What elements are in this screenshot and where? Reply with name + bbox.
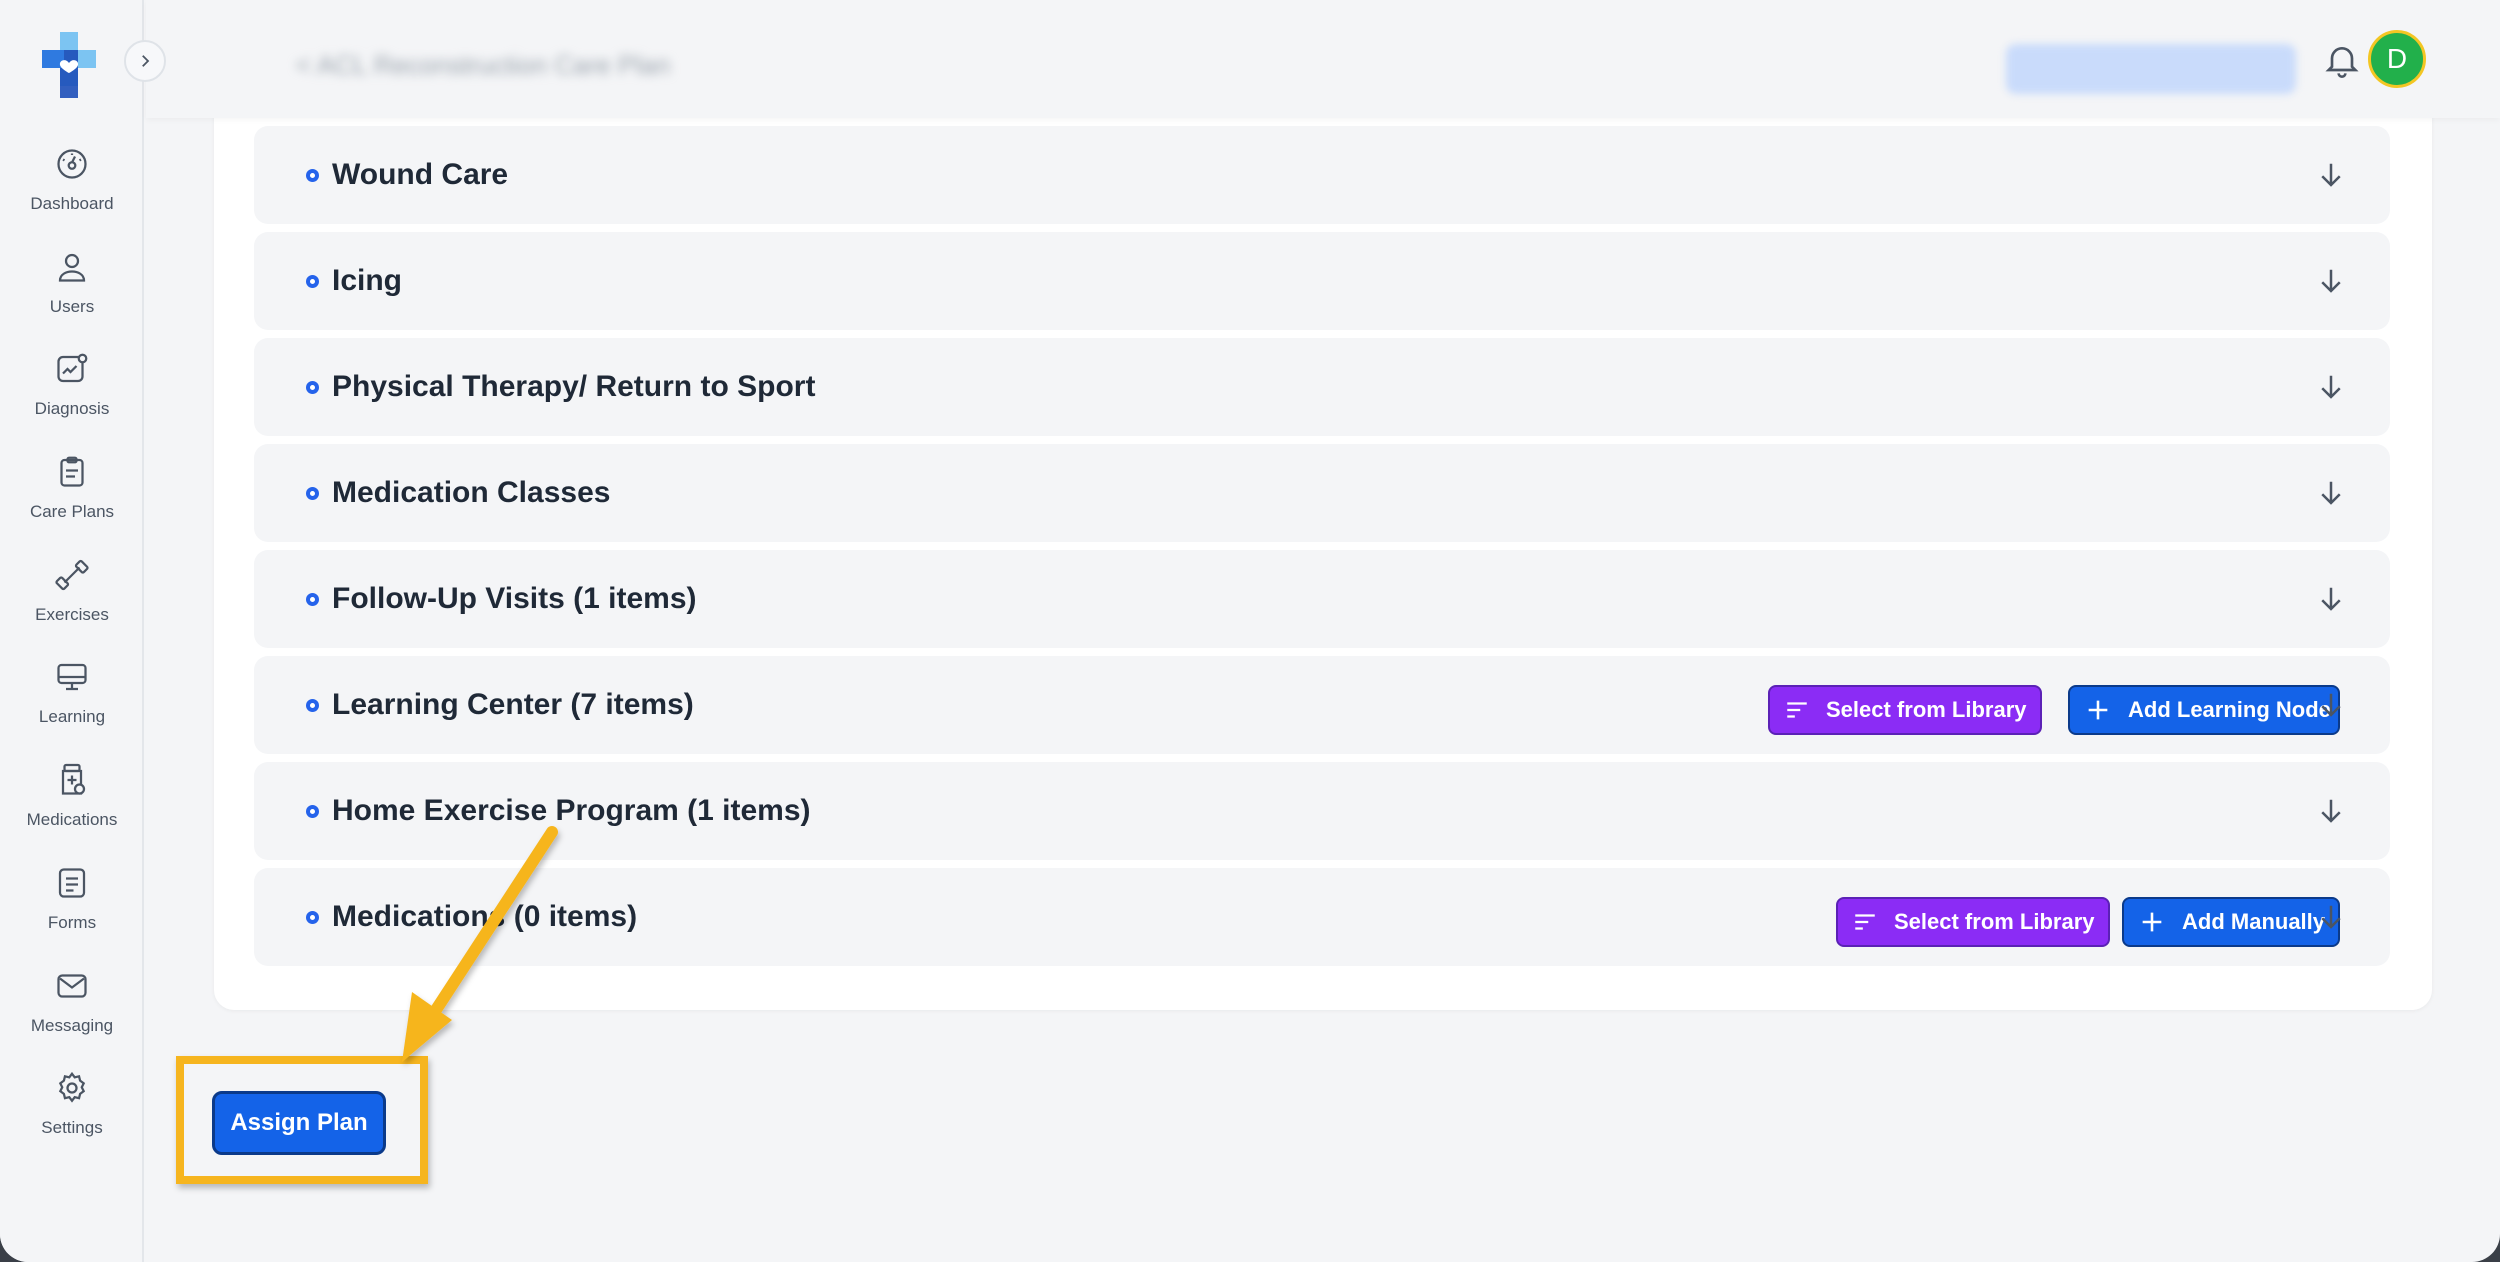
arrow-down-icon[interactable] bbox=[2316, 690, 2346, 720]
section-title: Home Exercise Program (1 items) bbox=[332, 794, 811, 827]
logo-icon bbox=[42, 32, 96, 98]
bullet-icon bbox=[306, 593, 319, 606]
user-icon bbox=[52, 247, 92, 287]
bullet-icon bbox=[306, 805, 319, 818]
button-label: Assign Plan bbox=[230, 1109, 368, 1136]
button-label: Select from Library bbox=[1894, 909, 2095, 934]
sidebar-item-medications[interactable]: Medications bbox=[0, 756, 144, 859]
sidebar-item-label: Dashboard bbox=[30, 194, 114, 213]
arrow-down-icon[interactable] bbox=[2316, 478, 2346, 508]
add-manually-button[interactable]: Add Manually bbox=[2122, 897, 2340, 947]
sidebar-item-label: Medications bbox=[26, 810, 118, 830]
section-title: Medications (0 items) bbox=[332, 900, 638, 933]
add-learning-node-button[interactable]: Add Learning Node bbox=[2068, 685, 2340, 735]
section-icing[interactable]: Icing bbox=[254, 232, 2390, 330]
sidebar-item-exercises[interactable]: Exercises bbox=[0, 551, 144, 654]
assign-plan-button[interactable]: Assign Plan bbox=[212, 1091, 386, 1155]
sidebar-toggle-button[interactable] bbox=[124, 40, 166, 82]
sidebar-item-label: Diagnosis bbox=[34, 399, 110, 419]
top-action-button[interactable] bbox=[2006, 44, 2296, 94]
section-wound-care[interactable]: Wound Care bbox=[254, 126, 2390, 224]
section-home-exercise-program[interactable]: Home Exercise Program (1 items) bbox=[254, 762, 2390, 860]
button-label: Add Learning Node bbox=[2128, 697, 2331, 722]
section-physical-therapy[interactable]: Physical Therapy/ Return to Sport bbox=[254, 338, 2390, 436]
sidebar: Dashboard Users Diagnosis Care Plans Exe… bbox=[0, 0, 144, 1262]
sidebar-item-label: Messaging bbox=[30, 1015, 114, 1035]
dumbbell-icon bbox=[52, 555, 92, 595]
arrow-down-icon[interactable] bbox=[2316, 160, 2346, 190]
arrow-down-icon[interactable] bbox=[2316, 796, 2346, 826]
section-title: Physical Therapy/ Return to Sport bbox=[332, 370, 816, 403]
gear-icon bbox=[52, 1068, 92, 1108]
arrow-down-icon[interactable] bbox=[2316, 372, 2346, 402]
document-icon bbox=[52, 863, 92, 903]
sidebar-item-label: Users bbox=[49, 296, 95, 316]
sidebar-item-label: Learning bbox=[38, 707, 106, 727]
chevron-right-icon bbox=[142, 55, 150, 67]
plus-icon bbox=[2142, 912, 2162, 932]
top-bar: < ACL Reconstruction Care Plan D bbox=[146, 0, 2500, 118]
bullet-icon bbox=[306, 275, 319, 288]
avatar-initial: D bbox=[2386, 43, 2408, 74]
button-label: Add Manually bbox=[2182, 909, 2326, 934]
monitor-icon bbox=[52, 657, 92, 697]
section-title: Medication Classes bbox=[332, 476, 611, 509]
arrow-down-icon[interactable] bbox=[2316, 266, 2346, 296]
app-window: Dashboard Users Diagnosis Care Plans Exe… bbox=[0, 0, 2500, 1262]
envelope-icon bbox=[52, 966, 92, 1006]
bell-icon[interactable] bbox=[2322, 40, 2362, 80]
section-title: Follow-Up Visits (1 items) bbox=[332, 582, 697, 615]
sidebar-item-diagnosis[interactable]: Diagnosis bbox=[0, 345, 144, 448]
bullet-icon bbox=[306, 381, 319, 394]
sidebar-item-learning[interactable]: Learning bbox=[0, 653, 144, 756]
avatar[interactable]: D bbox=[2368, 30, 2426, 88]
filter-lines-icon bbox=[1787, 702, 1807, 718]
section-title: Wound Care bbox=[332, 158, 509, 191]
sidebar-item-messaging[interactable]: Messaging bbox=[0, 962, 144, 1065]
sidebar-item-label: Settings bbox=[41, 1118, 103, 1138]
medication-bottle-icon bbox=[52, 760, 92, 800]
diagnosis-icon bbox=[52, 349, 92, 389]
sidebar-item-label: Forms bbox=[47, 912, 97, 932]
bullet-icon bbox=[306, 169, 319, 182]
button-label: Select from Library bbox=[1826, 697, 2027, 722]
dashboard-icon bbox=[52, 144, 92, 184]
section-learning-center[interactable]: Learning Center (7 items) Select from Li… bbox=[254, 656, 2390, 754]
select-from-library-button[interactable]: Select from Library bbox=[1768, 685, 2042, 735]
section-medications[interactable]: Medications (0 items) Select from Librar… bbox=[254, 868, 2390, 966]
clipboard-icon bbox=[52, 452, 92, 492]
sidebar-item-label: Exercises bbox=[35, 604, 109, 624]
sidebar-item-users[interactable]: Users bbox=[0, 243, 144, 346]
bullet-icon bbox=[306, 487, 319, 500]
filter-lines-icon bbox=[1855, 914, 1875, 930]
plus-icon bbox=[2088, 700, 2108, 720]
arrow-down-icon[interactable] bbox=[2316, 902, 2346, 932]
bullet-icon bbox=[306, 911, 319, 924]
sidebar-item-settings[interactable]: Settings bbox=[0, 1064, 144, 1167]
arrow-down-icon[interactable] bbox=[2316, 584, 2346, 614]
section-title: Icing bbox=[332, 264, 403, 297]
section-follow-up-visits[interactable]: Follow-Up Visits (1 items) bbox=[254, 550, 2390, 648]
sidebar-item-forms[interactable]: Forms bbox=[0, 859, 144, 962]
care-plan-card: Wound Care Icing Physical Therapy/ Retur… bbox=[214, 60, 2432, 1010]
section-title: Learning Center (7 items) bbox=[332, 688, 694, 721]
select-from-library-button[interactable]: Select from Library bbox=[1836, 897, 2110, 947]
sidebar-item-dashboard[interactable]: Dashboard bbox=[0, 140, 144, 243]
sidebar-nav: Dashboard Users Diagnosis Care Plans Exe… bbox=[0, 140, 144, 1167]
sidebar-item-label: Care Plans bbox=[29, 502, 115, 522]
sidebar-item-care-plans[interactable]: Care Plans bbox=[0, 448, 144, 551]
breadcrumb[interactable]: < ACL Reconstruction Care Plan bbox=[296, 50, 670, 81]
bullet-icon bbox=[306, 699, 319, 712]
section-medication-classes[interactable]: Medication Classes bbox=[254, 444, 2390, 542]
